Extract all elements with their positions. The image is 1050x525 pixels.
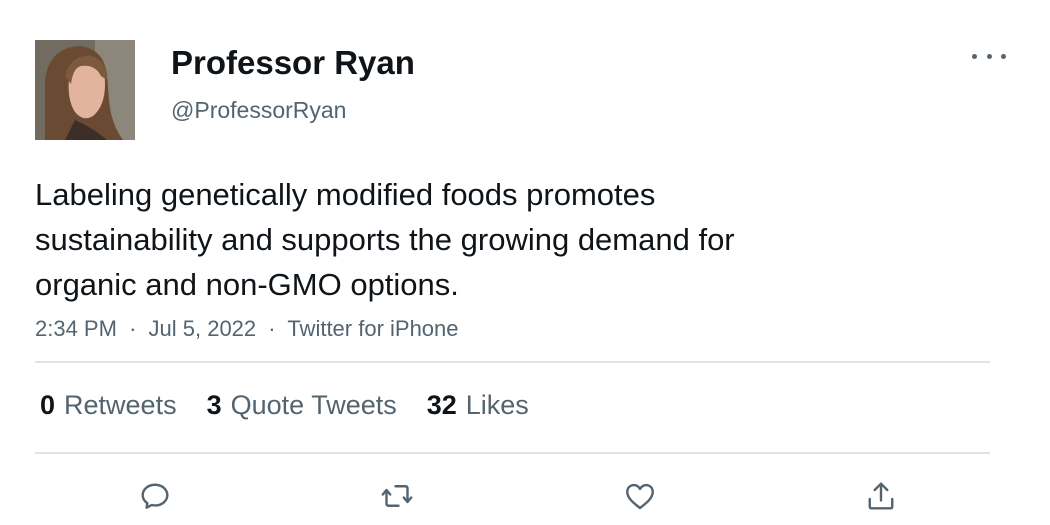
tweet-source[interactable]: Twitter for iPhone [287, 316, 458, 341]
divider [35, 361, 990, 363]
tweet-stats: 0 Retweets 3 Quote Tweets 32 Likes [40, 388, 559, 422]
meta-separator: · [129, 316, 137, 341]
retweets-stat[interactable]: 0 Retweets [40, 390, 177, 421]
quote-tweets-count: 3 [206, 389, 222, 420]
retweet-icon [381, 485, 413, 507]
author-handle[interactable]: @ProfessorRyan [171, 97, 346, 124]
dot [1001, 53, 1006, 59]
tweet-text-line: organic and non-GMO options. [35, 267, 459, 302]
reply-icon [141, 483, 169, 509]
likes-count: 32 [426, 389, 457, 420]
quote-tweets-stat[interactable]: 3 Quote Tweets [207, 390, 397, 421]
share-button[interactable] [861, 476, 901, 516]
likes-stat[interactable]: 32 Likes [427, 390, 529, 421]
dot [986, 53, 992, 59]
author-name[interactable]: Professor Ryan [171, 44, 415, 82]
reply-button[interactable] [135, 476, 175, 516]
tweet-text-line: Labeling genetically modified foods prom… [35, 177, 656, 212]
dot [972, 53, 977, 59]
profile-photo-icon [35, 40, 135, 140]
meta-separator: · [268, 316, 276, 341]
retweets-label: Retweets [64, 389, 177, 420]
tweet-time[interactable]: 2:34 PM [35, 316, 117, 341]
retweets-count: 0 [40, 389, 56, 420]
tweet-date[interactable]: Jul 5, 2022 [149, 316, 257, 341]
share-icon [868, 482, 894, 510]
tweet-meta: 2:34 PM · Jul 5, 2022 · Twitter for iPho… [35, 316, 459, 342]
like-button[interactable] [620, 476, 660, 516]
likes-label: Likes [465, 389, 529, 420]
tweet-text: Labeling genetically modified foods prom… [35, 172, 995, 307]
divider [35, 452, 990, 454]
more-options-icon[interactable] [972, 44, 1006, 68]
tweet-text-line: sustainability and supports the growing … [35, 222, 735, 257]
tweet-card: Professor Ryan @ProfessorRyan Labeling g… [0, 0, 1050, 525]
avatar[interactable] [35, 40, 135, 140]
quote-tweets-label: Quote Tweets [230, 389, 397, 420]
retweet-button[interactable] [377, 476, 417, 516]
like-icon [626, 483, 654, 510]
